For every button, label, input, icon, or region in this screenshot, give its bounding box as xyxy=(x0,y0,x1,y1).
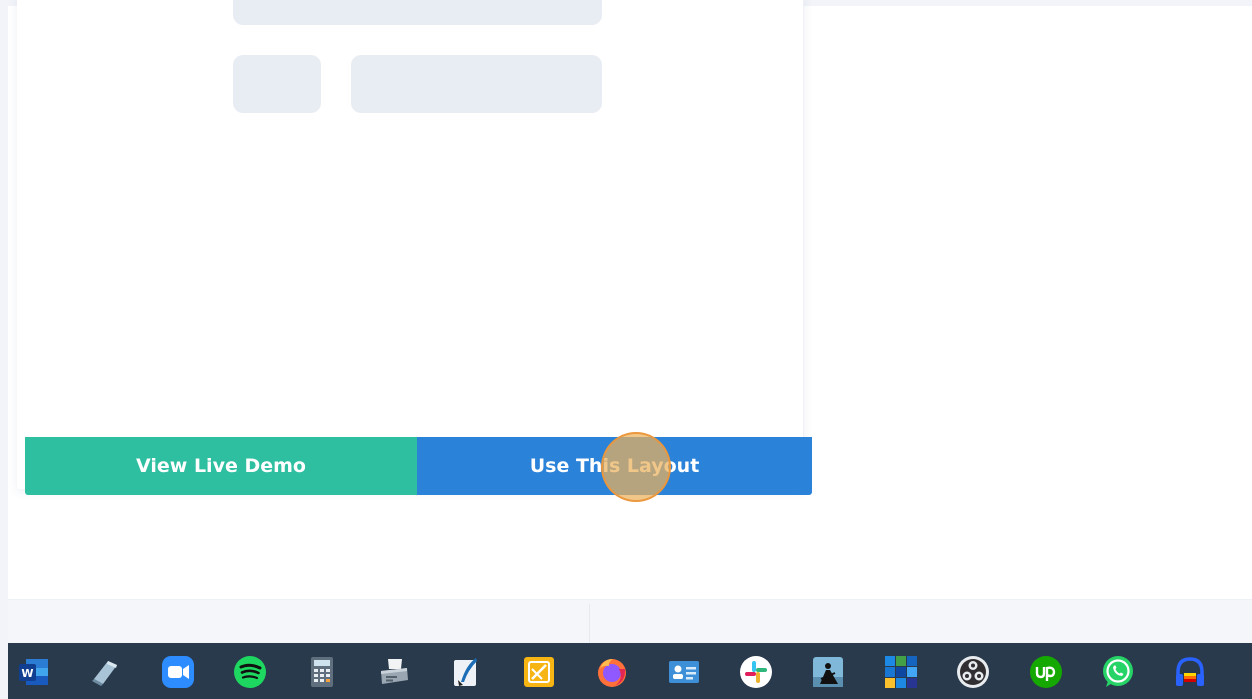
skeleton-bar-top xyxy=(233,0,602,25)
upwork-icon[interactable] xyxy=(1029,655,1063,689)
firefox-icon[interactable] xyxy=(595,655,629,689)
headphones-app-icon[interactable] xyxy=(1173,655,1207,689)
calculator-icon[interactable] xyxy=(305,655,339,689)
whatsapp-icon[interactable] xyxy=(1101,655,1135,689)
view-live-demo-button[interactable]: View Live Demo xyxy=(25,437,417,495)
fax-icon[interactable] xyxy=(377,655,411,689)
skeleton-block-wide xyxy=(351,55,602,113)
footer-divider xyxy=(589,604,590,643)
footer-strip xyxy=(8,599,1252,643)
kindle-icon[interactable] xyxy=(811,655,845,689)
tiles-icon[interactable] xyxy=(884,655,918,689)
obs-icon[interactable] xyxy=(956,655,990,689)
svg-text:W: W xyxy=(21,667,33,680)
sketch-pad-icon[interactable] xyxy=(522,655,556,689)
zoom-icon[interactable] xyxy=(161,655,195,689)
use-this-layout-label: Use This Layout xyxy=(529,455,700,477)
word-icon[interactable]: W xyxy=(17,655,51,689)
eraser-icon[interactable] xyxy=(88,655,122,689)
skeleton-block-small xyxy=(233,55,321,113)
quill-icon[interactable] xyxy=(449,655,483,689)
spotify-icon[interactable] xyxy=(233,655,267,689)
use-this-layout-button[interactable]: Use This Layout xyxy=(417,437,812,495)
slack-icon[interactable] xyxy=(739,655,773,689)
view-live-demo-label: View Live Demo xyxy=(136,455,306,477)
contact-card-icon[interactable] xyxy=(667,655,701,689)
